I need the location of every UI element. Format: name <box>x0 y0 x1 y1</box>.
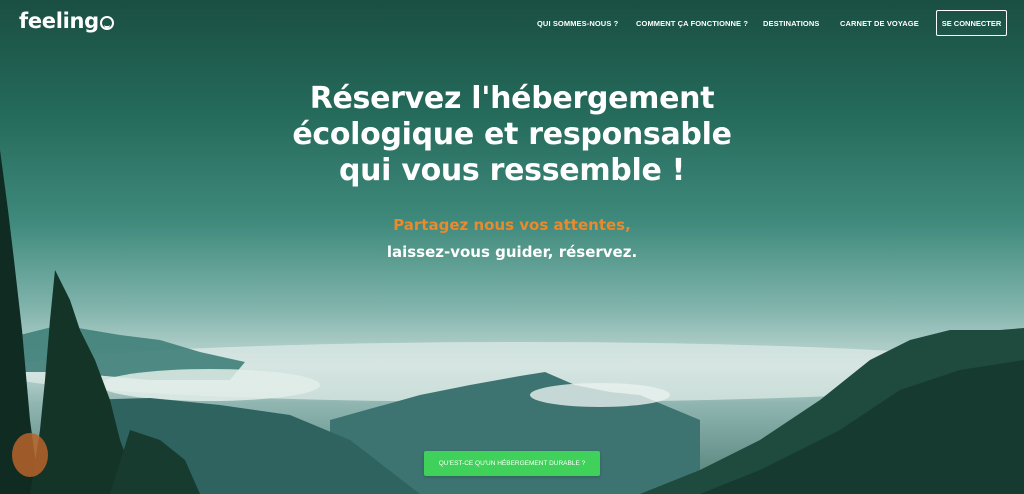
site-header: feeling QUI SOMMES-NOUS ? COMMENT ÇA FON… <box>0 0 1024 48</box>
main-nav: QUI SOMMES-NOUS ? COMMENT ÇA FONCTIONNE … <box>0 19 1024 31</box>
nav-item-about[interactable]: QUI SOMMES-NOUS ? <box>537 19 618 28</box>
hero-headline: Réservez l'hébergement écologique et res… <box>292 81 732 188</box>
sustainable-lodging-cta-button[interactable]: QU'EST-CE QU'UN HÉBERGEMENT DURABLE ? <box>424 451 600 476</box>
hero-tagline: laissez-vous guider, réservez. <box>386 243 638 261</box>
hero-tagline-accent: Partagez nous vos attentes, <box>393 216 631 234</box>
nav-item-travel-journal[interactable]: CARNET DE VOYAGE <box>840 19 919 28</box>
hero-section: feeling QUI SOMMES-NOUS ? COMMENT ÇA FON… <box>0 0 1024 494</box>
nav-item-how-it-works[interactable]: COMMENT ÇA FONCTIONNE ? <box>636 19 748 28</box>
nav-item-destinations[interactable]: DESTINATIONS <box>763 19 819 28</box>
login-button[interactable]: SE CONNECTER <box>936 10 1007 36</box>
